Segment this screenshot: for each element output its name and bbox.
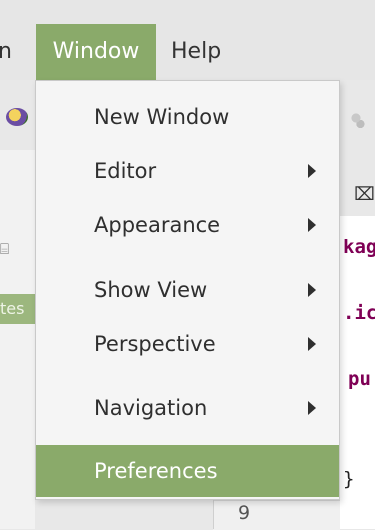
toolbar-icon[interactable]: [6, 108, 28, 126]
tree-item-selected[interactable]: tes: [0, 294, 35, 324]
menu-item-label: Navigation: [94, 396, 208, 420]
submenu-arrow-icon: [308, 337, 316, 351]
menu-item-appearance[interactable]: Appearance: [36, 199, 339, 251]
menu-window[interactable]: Window: [36, 24, 156, 80]
view-menu-icon[interactable]: ⌸: [0, 240, 35, 268]
line-number: 9: [238, 502, 251, 524]
code-line: pu: [348, 368, 371, 390]
menu-item-label: Show View: [94, 278, 208, 302]
submenu-arrow-icon: [308, 283, 316, 297]
menu-item-new-window[interactable]: New Window: [36, 91, 339, 143]
gutter-divider: [213, 500, 214, 529]
menu-item-navigation[interactable]: Navigation: [36, 382, 339, 434]
menu-item-label: Preferences: [94, 459, 218, 483]
menu-item-preferences[interactable]: Preferences: [36, 445, 339, 497]
toolbar-icon[interactable]: [345, 108, 367, 128]
menu-item-show-view[interactable]: Show View: [36, 264, 339, 316]
code-line: }: [343, 468, 355, 490]
line-number-gutter: [213, 500, 340, 530]
close-icon[interactable]: ⌧: [354, 184, 375, 205]
menu-bar: n Window Help: [0, 0, 375, 80]
window-menu-dropdown: New Window Editor Appearance Show View P…: [35, 80, 340, 500]
menu-item-label: Appearance: [94, 213, 221, 237]
menu-item-label: New Window: [94, 105, 230, 129]
left-panel: [0, 150, 35, 529]
code-line: .ic: [343, 302, 375, 324]
menu-help[interactable]: Help: [171, 24, 221, 80]
menu-item-perspective[interactable]: Perspective: [36, 318, 339, 370]
submenu-arrow-icon: [308, 164, 316, 178]
submenu-arrow-icon: [308, 401, 316, 415]
menu-item-editor[interactable]: Editor: [36, 145, 339, 197]
code-line: kag: [343, 236, 375, 258]
menu-item-label: Editor: [94, 159, 157, 183]
submenu-arrow-icon: [308, 218, 316, 232]
menu-item-partial[interactable]: n: [0, 24, 28, 80]
menu-item-label: Perspective: [94, 332, 216, 356]
